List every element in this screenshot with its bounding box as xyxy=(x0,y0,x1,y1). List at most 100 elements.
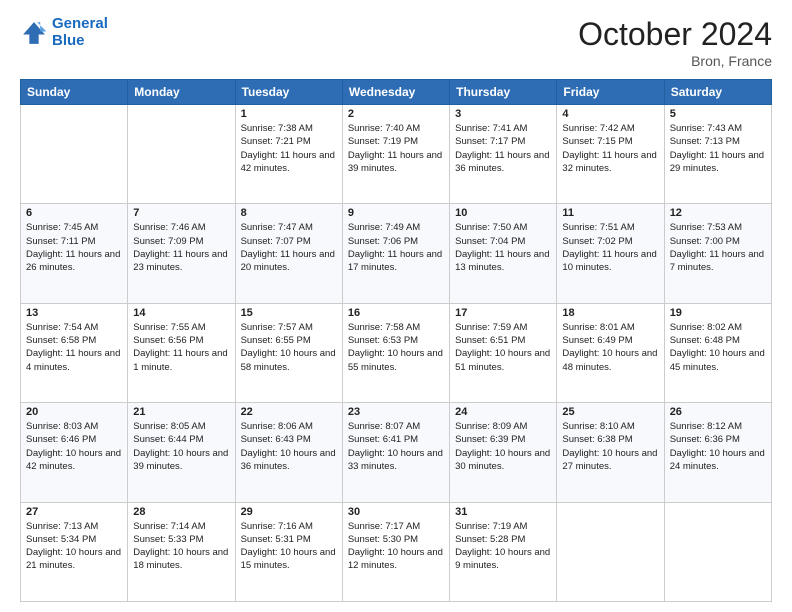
day-info: Sunrise: 7:14 AMSunset: 5:33 PMDaylight:… xyxy=(133,520,229,573)
month-title: October 2024 xyxy=(578,16,772,53)
day-number: 2 xyxy=(348,108,444,120)
calendar-cell: 23 Sunrise: 8:07 AMSunset: 6:41 PMDayligh… xyxy=(342,403,449,502)
day-info: Sunrise: 7:46 AMSunset: 7:09 PMDaylight:… xyxy=(133,221,229,274)
day-info-line: Sunset: 5:34 PM xyxy=(26,533,122,546)
calendar-week-2: 6 Sunrise: 7:45 AMSunset: 7:11 PMDaylight… xyxy=(21,204,772,303)
day-info-line: Sunset: 7:07 PM xyxy=(241,235,337,248)
day-info-line: Sunset: 6:41 PM xyxy=(348,433,444,446)
day-info: Sunrise: 8:03 AMSunset: 6:46 PMDaylight:… xyxy=(26,420,122,473)
calendar-week-1: 1Sunrise: 7:38 AMSunset: 7:21 PMDaylight… xyxy=(21,105,772,204)
day-info: Sunrise: 7:17 AMSunset: 5:30 PMDaylight:… xyxy=(348,520,444,573)
weekday-header-wednesday: Wednesday xyxy=(342,80,449,105)
day-info-line: Sunrise: 7:41 AM xyxy=(455,122,551,135)
day-number: 6 xyxy=(26,207,122,219)
day-number: 18 xyxy=(562,307,658,319)
day-info-line: Sunrise: 7:42 AM xyxy=(562,122,658,135)
day-info-line: Sunset: 6:36 PM xyxy=(670,433,766,446)
day-info-line: Sunset: 6:48 PM xyxy=(670,334,766,347)
day-info-line: Sunrise: 7:43 AM xyxy=(670,122,766,135)
calendar-cell: 13Sunrise: 7:54 AMSunset: 6:58 PMDayligh… xyxy=(21,303,128,402)
calendar-cell: 21Sunrise: 8:05 AMSunset: 6:44 PMDayligh… xyxy=(128,403,235,502)
day-info: Sunrise: 7:45 AMSunset: 7:11 PMDaylight:… xyxy=(26,221,122,274)
day-info-line: Sunset: 6:51 PM xyxy=(455,334,551,347)
day-info-line: Daylight: 10 hours and 27 minutes. xyxy=(562,447,658,474)
calendar-cell xyxy=(21,105,128,204)
day-info-line: Daylight: 11 hours and 26 minutes. xyxy=(26,248,122,275)
page: General Blue October 2024 Bron, France S… xyxy=(0,0,792,612)
day-info-line: Sunset: 7:09 PM xyxy=(133,235,229,248)
day-info-line: Sunrise: 7:17 AM xyxy=(348,520,444,533)
day-info: Sunrise: 7:50 AMSunset: 7:04 PMDaylight:… xyxy=(455,221,551,274)
day-info-line: Sunset: 5:33 PM xyxy=(133,533,229,546)
day-number: 24 xyxy=(455,406,551,418)
calendar-cell: 6 Sunrise: 7:45 AMSunset: 7:11 PMDaylight… xyxy=(21,204,128,303)
day-info-line: Sunrise: 7:59 AM xyxy=(455,321,551,334)
logo-line2: Blue xyxy=(52,32,85,49)
day-info-line: Sunrise: 8:07 AM xyxy=(348,420,444,433)
day-info-line: Sunrise: 7:55 AM xyxy=(133,321,229,334)
day-info-line: Sunset: 5:30 PM xyxy=(348,533,444,546)
day-info: Sunrise: 8:10 AMSunset: 6:38 PMDaylight:… xyxy=(562,420,658,473)
day-info-line: Sunrise: 7:46 AM xyxy=(133,221,229,234)
day-number: 8 xyxy=(241,207,337,219)
day-info: Sunrise: 7:59 AMSunset: 6:51 PMDaylight:… xyxy=(455,321,551,374)
calendar-cell: 27 Sunrise: 7:13 AMSunset: 5:34 PMDayligh… xyxy=(21,502,128,601)
weekday-header-saturday: Saturday xyxy=(664,80,771,105)
day-number: 23 xyxy=(348,406,444,418)
day-number: 28 xyxy=(133,506,229,518)
day-info-line: Sunrise: 7:40 AM xyxy=(348,122,444,135)
day-info-line: Sunset: 6:46 PM xyxy=(26,433,122,446)
calendar-cell: 16Sunrise: 7:58 AMSunset: 6:53 PMDayligh… xyxy=(342,303,449,402)
day-info-line: Sunset: 7:04 PM xyxy=(455,235,551,248)
day-info-line: Daylight: 10 hours and 33 minutes. xyxy=(348,447,444,474)
day-info-line: Sunrise: 7:45 AM xyxy=(26,221,122,234)
day-number: 27 xyxy=(26,506,122,518)
day-number: 25 xyxy=(562,406,658,418)
calendar-cell: 15Sunrise: 7:57 AMSunset: 6:55 PMDayligh… xyxy=(235,303,342,402)
day-number: 26 xyxy=(670,406,766,418)
calendar-cell: 17Sunrise: 7:59 AMSunset: 6:51 PMDayligh… xyxy=(450,303,557,402)
day-info-line: Sunset: 5:31 PM xyxy=(241,533,337,546)
day-info-line: Sunrise: 7:19 AM xyxy=(455,520,551,533)
day-info-line: Daylight: 11 hours and 42 minutes. xyxy=(241,149,337,176)
day-number: 3 xyxy=(455,108,551,120)
day-info-line: Sunset: 7:13 PM xyxy=(670,135,766,148)
day-info: Sunrise: 7:38 AMSunset: 7:21 PMDaylight:… xyxy=(241,122,337,175)
day-number: 4 xyxy=(562,108,658,120)
day-number: 10 xyxy=(455,207,551,219)
calendar-cell: 22Sunrise: 8:06 AMSunset: 6:43 PMDayligh… xyxy=(235,403,342,502)
day-info-line: Daylight: 10 hours and 9 minutes. xyxy=(455,546,551,573)
calendar-cell: 25 Sunrise: 8:10 AMSunset: 6:38 PMDayligh… xyxy=(557,403,664,502)
day-info-line: Daylight: 11 hours and 20 minutes. xyxy=(241,248,337,275)
calendar-table: SundayMondayTuesdayWednesdayThursdayFrid… xyxy=(20,79,772,602)
day-info-line: Daylight: 11 hours and 13 minutes. xyxy=(455,248,551,275)
day-number: 16 xyxy=(348,307,444,319)
day-info-line: Sunset: 6:44 PM xyxy=(133,433,229,446)
day-number: 9 xyxy=(348,207,444,219)
day-info-line: Sunset: 7:17 PM xyxy=(455,135,551,148)
day-info-line: Daylight: 10 hours and 45 minutes. xyxy=(670,347,766,374)
day-info-line: Sunrise: 7:57 AM xyxy=(241,321,337,334)
weekday-header-tuesday: Tuesday xyxy=(235,80,342,105)
day-info-line: Daylight: 11 hours and 17 minutes. xyxy=(348,248,444,275)
day-info-line: Sunrise: 8:10 AM xyxy=(562,420,658,433)
day-info-line: Daylight: 10 hours and 39 minutes. xyxy=(133,447,229,474)
weekday-header-row: SundayMondayTuesdayWednesdayThursdayFrid… xyxy=(21,80,772,105)
calendar-cell: 5Sunrise: 7:43 AMSunset: 7:13 PMDaylight… xyxy=(664,105,771,204)
calendar-cell: 3Sunrise: 7:41 AMSunset: 7:17 PMDaylight… xyxy=(450,105,557,204)
day-info: Sunrise: 7:53 AMSunset: 7:00 PMDaylight:… xyxy=(670,221,766,274)
day-info-line: Daylight: 10 hours and 30 minutes. xyxy=(455,447,551,474)
day-info-line: Sunrise: 7:51 AM xyxy=(562,221,658,234)
day-info-line: Sunrise: 8:05 AM xyxy=(133,420,229,433)
calendar-week-4: 20 Sunrise: 8:03 AMSunset: 6:46 PMDayligh… xyxy=(21,403,772,502)
day-info-line: Sunset: 7:19 PM xyxy=(348,135,444,148)
day-info-line: Sunset: 5:28 PM xyxy=(455,533,551,546)
day-info: Sunrise: 7:51 AMSunset: 7:02 PMDaylight:… xyxy=(562,221,658,274)
day-number: 20 xyxy=(26,406,122,418)
day-info: Sunrise: 7:13 AMSunset: 5:34 PMDaylight:… xyxy=(26,520,122,573)
day-info-line: Daylight: 10 hours and 42 minutes. xyxy=(26,447,122,474)
day-info-line: Sunrise: 7:53 AM xyxy=(670,221,766,234)
day-info-line: Daylight: 11 hours and 7 minutes. xyxy=(670,248,766,275)
calendar-cell: 26Sunrise: 8:12 AMSunset: 6:36 PMDayligh… xyxy=(664,403,771,502)
day-info-line: Daylight: 10 hours and 58 minutes. xyxy=(241,347,337,374)
